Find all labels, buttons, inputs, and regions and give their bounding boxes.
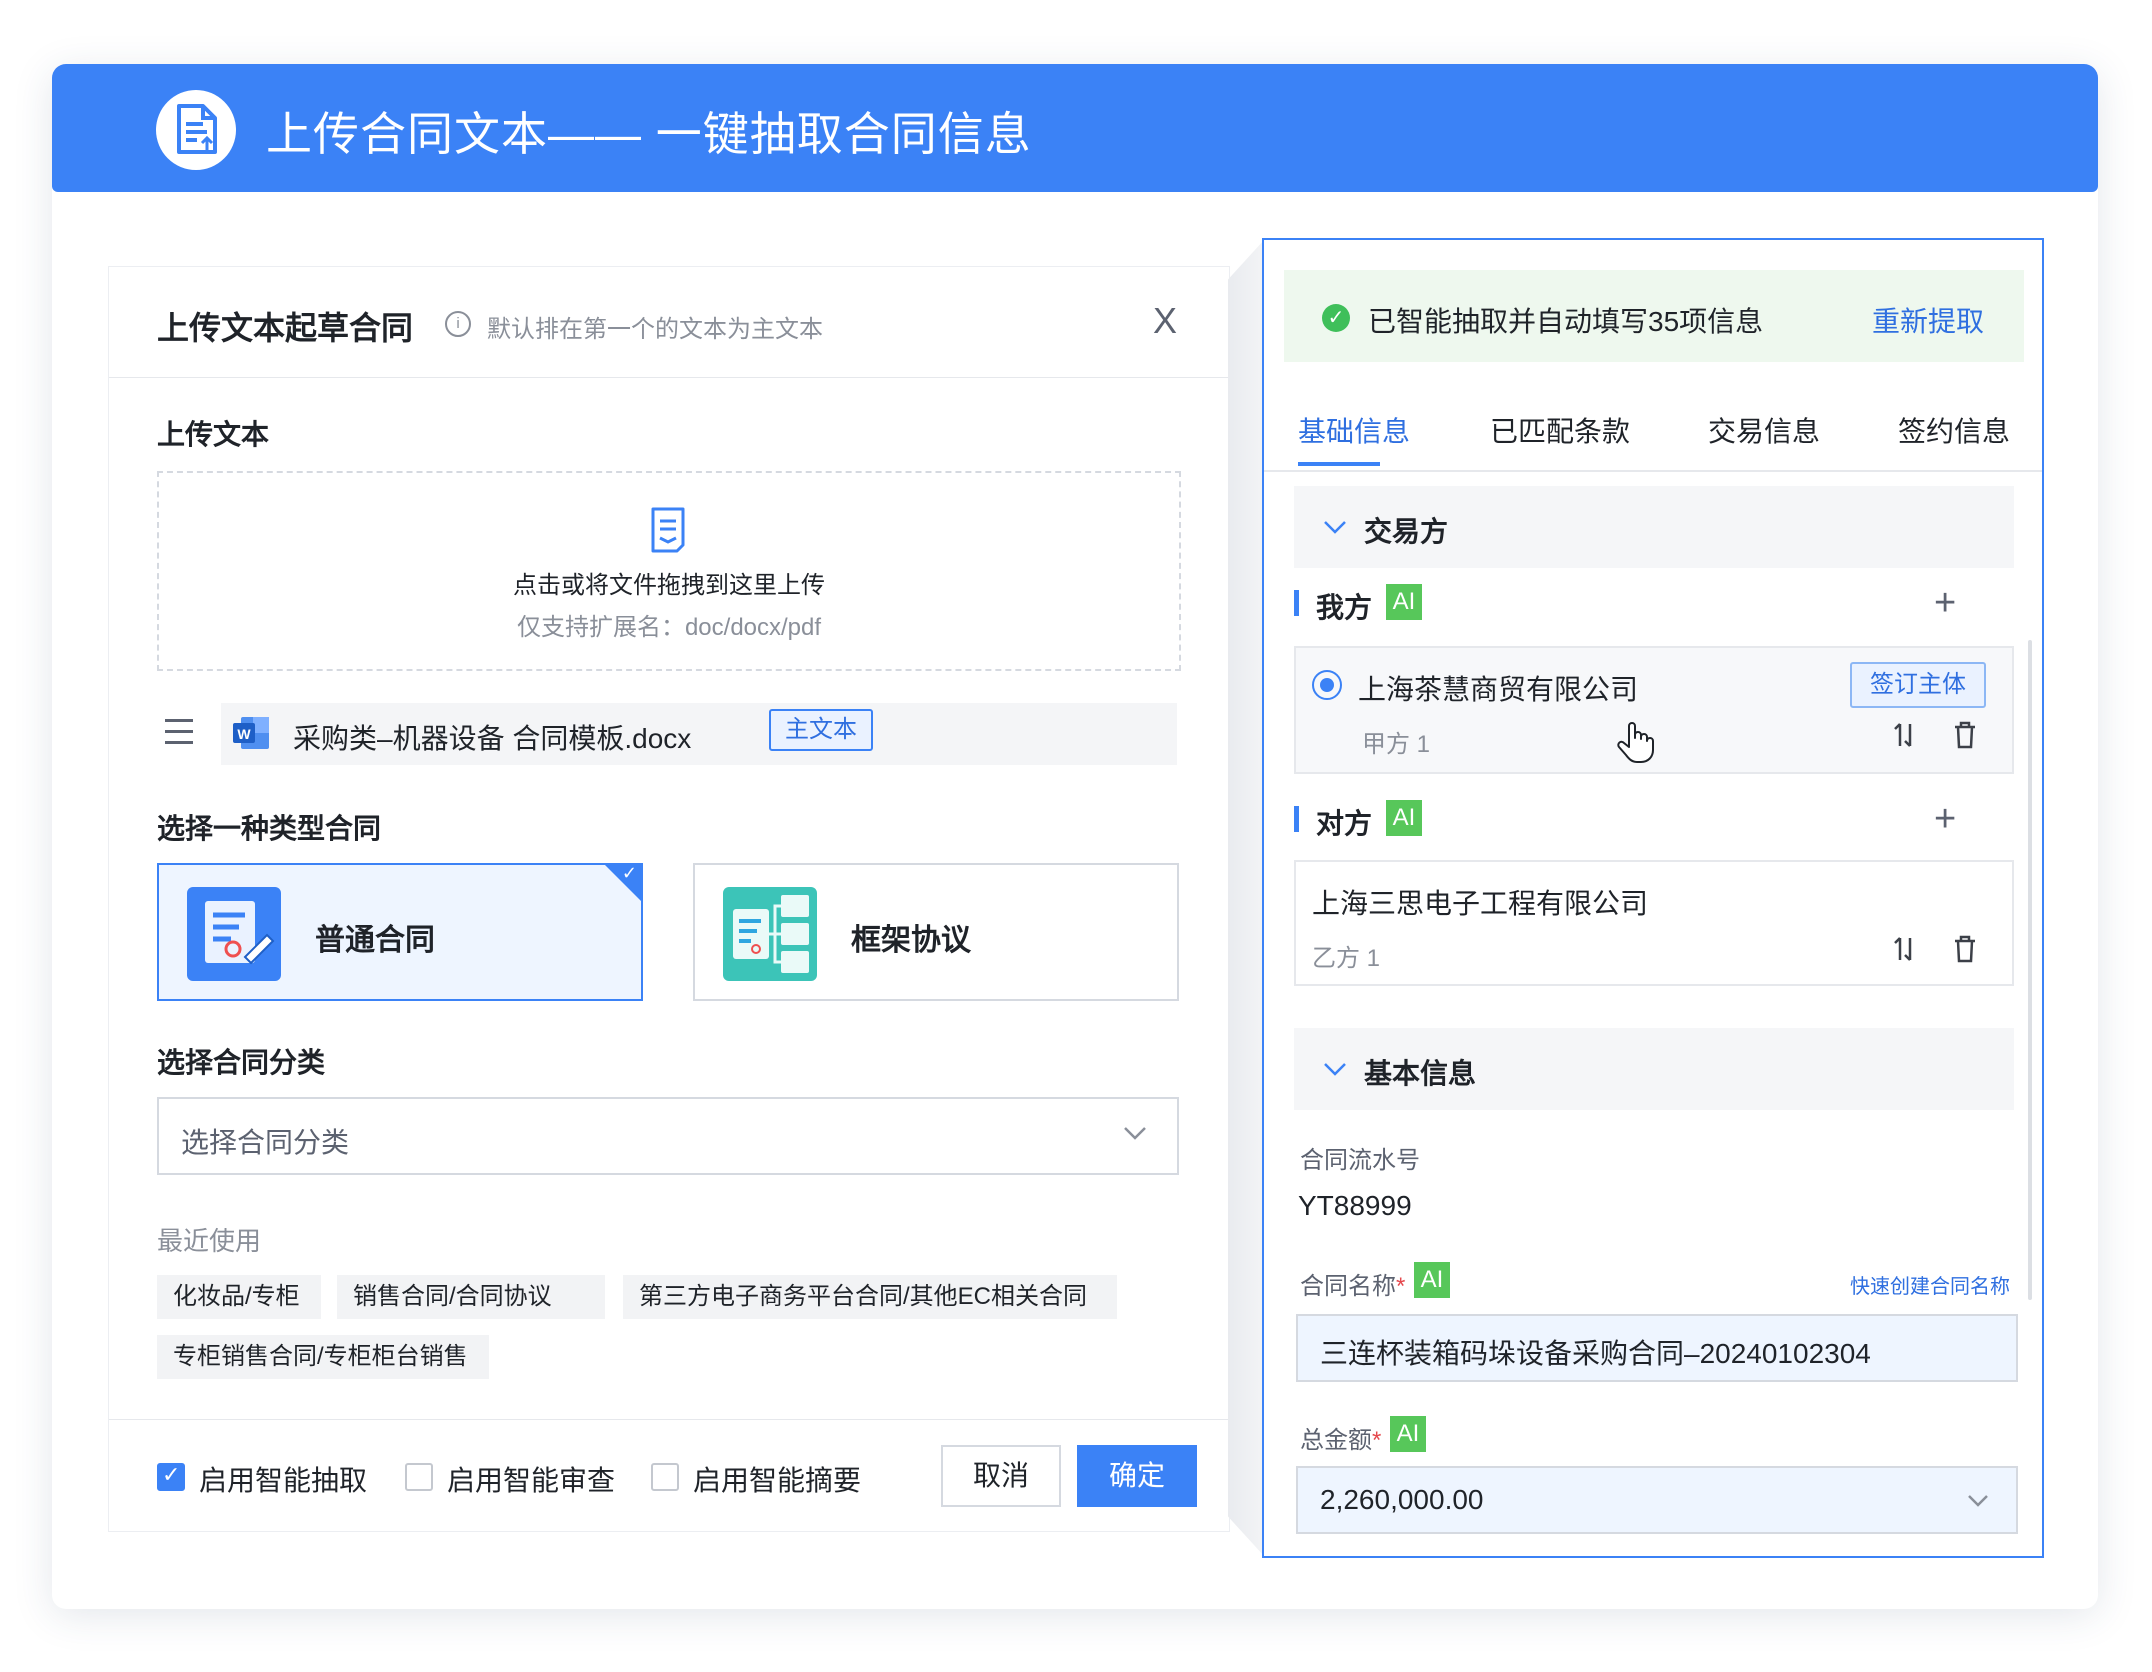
contract-type-standard[interactable]: 普通合同 ✓ — [157, 863, 643, 1001]
dialog-header: 上传文本起草合同 i 默认排在第一个的文本为主文本 X — [109, 267, 1229, 378]
refetch-link[interactable]: 重新提取 — [1872, 300, 1984, 340]
signing-entity-tag[interactable]: 签订主体 — [1850, 662, 1986, 708]
serial-label: 合同流水号 — [1300, 1147, 1420, 1174]
main-text-tag: 主文本 — [769, 709, 873, 751]
chevron-down-icon — [1968, 1495, 1988, 1507]
smart-extract-label[interactable]: 启用智能抽取 — [199, 1459, 367, 1499]
recent-label: 最近使用 — [157, 1226, 262, 1256]
counter-party-role: 乙方 1 — [1312, 945, 1381, 972]
add-our-party-button[interactable]: + — [1934, 584, 1956, 622]
swap-icon[interactable] — [1890, 720, 1920, 750]
counter-party-name: 上海三思电子工程有限公司 — [1312, 888, 1649, 919]
smart-summary-checkbox[interactable] — [651, 1463, 679, 1491]
total-amount-value: 2,260,000.00 — [1320, 1484, 1484, 1515]
recent-chip[interactable]: 销售合同/合同协议 — [337, 1275, 605, 1319]
document-upload-icon — [156, 90, 236, 170]
counter-party-title: 对方 — [1316, 808, 1373, 839]
hand-cursor-icon — [1617, 722, 1654, 763]
smart-extract-checkbox[interactable] — [157, 1462, 185, 1491]
close-button[interactable]: X — [1153, 303, 1177, 339]
quick-create-name-link[interactable]: 快速创建合同名称 — [1850, 1270, 2010, 1299]
success-check-icon: ✓ — [1322, 304, 1350, 332]
smart-review-checkbox[interactable] — [405, 1463, 433, 1491]
chevron-down-icon — [1124, 1127, 1146, 1140]
ai-badge: AI — [1390, 1416, 1426, 1452]
panel-shadow — [1228, 240, 1264, 1556]
total-amount-label: 总金额* — [1300, 1427, 1382, 1454]
group-title: 基本信息 — [1364, 1058, 1477, 1089]
contract-type-label: 选择一种类型合同 — [157, 813, 382, 844]
framework-agreement-icon — [723, 887, 817, 981]
extraction-panel: ✓ 已智能抽取并自动填写35项信息 重新提取 基础信息 已匹配条款 交易信息 签… — [1262, 238, 2044, 1558]
standard-contract-icon — [187, 887, 281, 981]
add-counter-party-button[interactable]: + — [1934, 800, 1956, 838]
extraction-status: 已智能抽取并自动填写35项信息 — [1368, 306, 1764, 337]
dialog-hint: 默认排在第一个的文本为主文本 — [487, 316, 823, 343]
dropzone-format-hint: 仅支持扩展名：doc/docx/pdf — [516, 614, 822, 641]
drag-handle-icon[interactable] — [165, 719, 193, 752]
chevron-down-icon — [1324, 1063, 1346, 1076]
file-icon — [649, 507, 687, 558]
tab-signing-info[interactable]: 签约信息 — [1898, 410, 2010, 450]
recent-chip[interactable]: 化妆品/专柜 — [157, 1275, 321, 1319]
our-party-role: 甲方 1 — [1362, 731, 1431, 758]
ai-badge: AI — [1414, 1262, 1450, 1298]
group-title: 交易方 — [1364, 516, 1449, 547]
category-label: 选择合同分类 — [157, 1047, 326, 1078]
extraction-status-banner: ✓ 已智能抽取并自动填写35项信息 重新提取 — [1284, 270, 2024, 362]
panel-scrollbar[interactable] — [2028, 640, 2032, 1300]
active-tab-indicator — [1298, 462, 1380, 466]
tab-trade-info[interactable]: 交易信息 — [1708, 410, 1820, 450]
contract-name-input[interactable]: 三连杯装箱码垛设备采购合同–20240102304 — [1296, 1314, 2018, 1382]
tab-basic-info[interactable]: 基础信息 — [1298, 410, 1410, 450]
dialog-title: 上传文本起草合同 — [157, 310, 414, 346]
smart-review-label[interactable]: 启用智能审查 — [447, 1459, 615, 1499]
serial-value: YT88999 — [1298, 1190, 1412, 1221]
check-icon: ✓ — [621, 863, 637, 883]
cancel-button[interactable]: 取消 — [941, 1445, 1061, 1507]
confirm-button[interactable]: 确定 — [1077, 1445, 1197, 1507]
contract-type-framework[interactable]: 框架协议 — [693, 863, 1179, 1001]
trash-icon[interactable] — [1950, 934, 1980, 964]
file-dropzone[interactable]: 点击或将文件拖拽到这里上传 仅支持扩展名：doc/docx/pdf — [157, 471, 1181, 671]
dropzone-instruction: 点击或将文件拖拽到这里上传 — [513, 572, 825, 599]
group-header-parties[interactable]: 交易方 — [1294, 486, 2014, 568]
recent-chip[interactable]: 第三方电子商务平台合同/其他EC相关合同 — [623, 1275, 1117, 1319]
smart-summary-label[interactable]: 启用智能摘要 — [693, 1459, 861, 1499]
trash-icon[interactable] — [1950, 720, 1980, 750]
page-title: 上传合同文本—— 一键抽取合同信息 — [266, 108, 1032, 160]
party-radio[interactable] — [1312, 670, 1342, 700]
upload-dialog: 上传文本起草合同 i 默认排在第一个的文本为主文本 X 上传文本 点击或将文件拖… — [108, 266, 1230, 1532]
chevron-down-icon — [1324, 521, 1346, 534]
contract-name-label: 合同名称* — [1300, 1273, 1406, 1300]
panel-tabs: 基础信息 已匹配条款 交易信息 签约信息 — [1264, 400, 2042, 472]
section-bar — [1294, 590, 1299, 616]
our-party-name: 上海茶慧商贸有限公司 — [1358, 674, 1639, 705]
contract-type-label: 框架协议 — [851, 924, 971, 957]
group-header-basic[interactable]: 基本信息 — [1294, 1028, 2014, 1110]
total-amount-select[interactable]: 2,260,000.00 — [1296, 1466, 2018, 1534]
swap-icon[interactable] — [1890, 934, 1920, 964]
recent-chip[interactable]: 专柜销售合同/专柜柜台销售 — [157, 1335, 489, 1379]
tab-matched-clauses[interactable]: 已匹配条款 — [1490, 410, 1630, 450]
contract-name-value: 三连杯装箱码垛设备采购合同–20240102304 — [1320, 1338, 1871, 1369]
file-name: 采购类–机器设备 合同模板.docx — [293, 723, 692, 754]
contract-type-label: 普通合同 — [315, 924, 435, 957]
counter-party-card[interactable]: 上海三思电子工程有限公司 乙方 1 — [1294, 860, 2014, 986]
our-party-title: 我方 — [1316, 592, 1373, 623]
svg-text:W: W — [237, 726, 251, 742]
word-file-icon: W — [231, 715, 271, 751]
upload-section-label: 上传文本 — [157, 419, 270, 450]
category-select[interactable]: 选择合同分类 — [157, 1097, 1179, 1175]
ai-badge: AI — [1386, 584, 1422, 620]
category-placeholder: 选择合同分类 — [181, 1127, 350, 1158]
info-icon: i — [445, 311, 471, 337]
section-bar — [1294, 806, 1299, 832]
ai-badge: AI — [1386, 800, 1422, 836]
